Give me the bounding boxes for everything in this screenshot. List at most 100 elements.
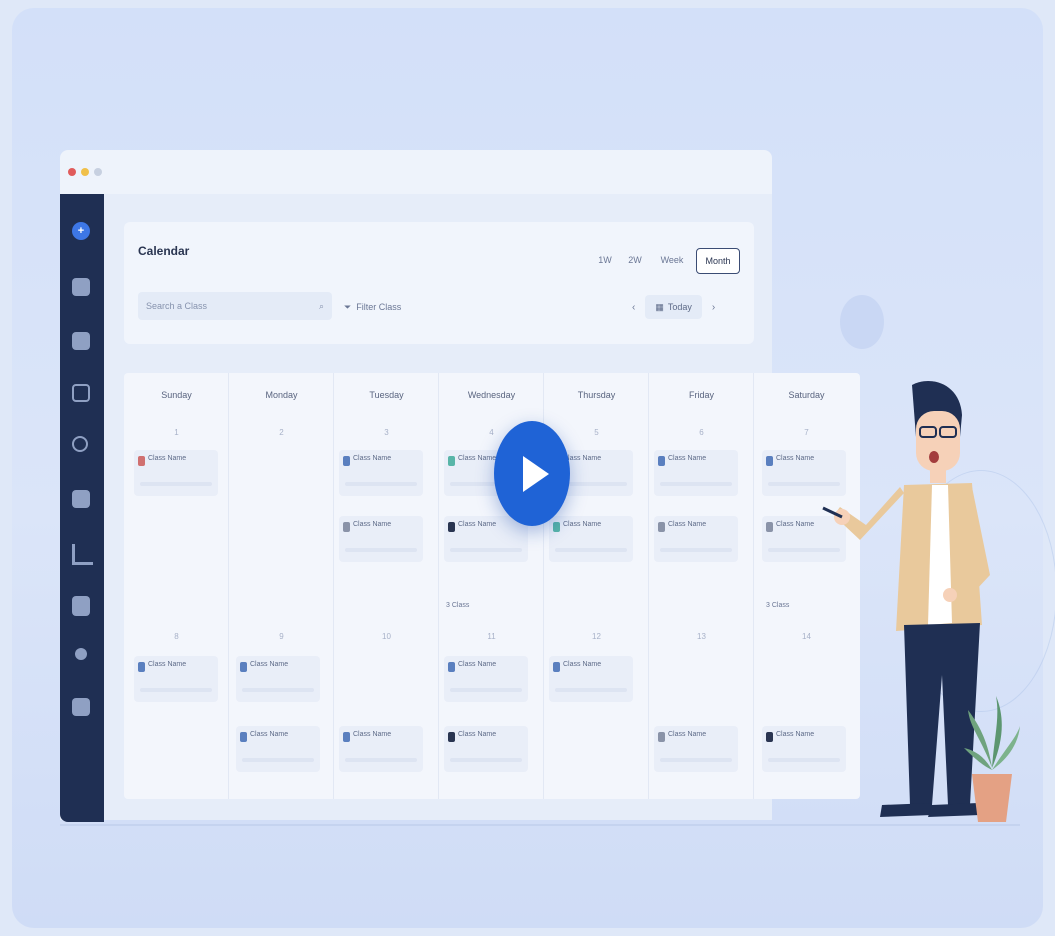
- event-detail-line: [660, 758, 732, 762]
- view-week-button[interactable]: Week: [654, 248, 690, 272]
- event-color-icon: [658, 522, 665, 532]
- event-card[interactable]: Class Name: [339, 726, 423, 772]
- event-color-icon: [138, 662, 145, 672]
- next-button[interactable]: ›: [712, 302, 715, 313]
- day-header: Thursday: [577, 390, 616, 400]
- date-number: 5: [594, 428, 599, 437]
- date-number: 12: [592, 632, 601, 641]
- event-color-icon: [138, 456, 145, 466]
- plant-illustration: [964, 696, 1020, 822]
- event-card[interactable]: Class Name: [134, 450, 218, 496]
- chart-icon[interactable]: [72, 544, 93, 565]
- close-window-dot[interactable]: [68, 168, 76, 176]
- event-title: Class Name: [148, 455, 187, 462]
- today-button[interactable]: ▦ Today: [645, 295, 702, 319]
- event-title: Class Name: [250, 661, 289, 668]
- event-color-icon: [448, 456, 455, 466]
- event-card[interactable]: Class Name: [654, 450, 738, 496]
- page-title: Calendar: [138, 244, 190, 258]
- event-color-icon: [240, 662, 247, 672]
- event-title: Class Name: [353, 455, 392, 462]
- date-number: 8: [174, 632, 179, 641]
- more-events-label[interactable]: 3 Class: [446, 602, 469, 609]
- event-detail-line: [345, 758, 417, 762]
- event-detail-line: [555, 688, 627, 692]
- filter-button[interactable]: ⏷ Filter Class: [344, 294, 401, 320]
- file-icon[interactable]: [72, 278, 90, 296]
- minimize-window-dot[interactable]: [81, 168, 89, 176]
- more-events-label[interactable]: 3 Class: [766, 602, 789, 609]
- event-card[interactable]: Class Name: [444, 516, 528, 562]
- date-navigation: ‹ ▦ Today ›: [632, 294, 715, 320]
- window-titlebar: [60, 150, 772, 194]
- view-2w-button[interactable]: 2W: [622, 248, 648, 272]
- date-number: 1: [174, 428, 179, 437]
- event-detail-line: [555, 548, 627, 552]
- event-detail-line: [660, 548, 732, 552]
- date-number: 2: [279, 428, 284, 437]
- decorative-circle: [840, 295, 884, 349]
- date-number: 13: [697, 632, 706, 641]
- event-title: Class Name: [776, 521, 815, 528]
- event-detail-line: [140, 482, 212, 486]
- play-icon: [523, 455, 549, 492]
- event-detail-line: [450, 548, 522, 552]
- event-title: Class Name: [458, 661, 497, 668]
- event-color-icon: [448, 522, 455, 532]
- add-icon[interactable]: +: [72, 222, 90, 240]
- document-icon[interactable]: [72, 596, 90, 616]
- chat-icon[interactable]: [72, 490, 90, 508]
- date-number: 10: [382, 632, 391, 641]
- star-icon[interactable]: [75, 648, 87, 660]
- event-color-icon: [240, 732, 247, 742]
- event-color-icon: [448, 662, 455, 672]
- event-color-icon: [553, 662, 560, 672]
- event-detail-line: [242, 688, 314, 692]
- view-1w-button[interactable]: 1W: [592, 248, 618, 272]
- event-card[interactable]: Class Name: [444, 726, 528, 772]
- maximize-window-dot[interactable]: [94, 168, 102, 176]
- event-title: Class Name: [458, 455, 497, 462]
- event-card[interactable]: Class Name: [236, 656, 320, 702]
- event-color-icon: [448, 732, 455, 742]
- event-card[interactable]: Class Name: [444, 656, 528, 702]
- event-card[interactable]: Class Name: [236, 726, 320, 772]
- event-detail-line: [242, 758, 314, 762]
- event-detail-line: [345, 482, 417, 486]
- day-header: Sunday: [161, 390, 192, 400]
- day-header: Monday: [265, 390, 298, 400]
- event-color-icon: [658, 456, 665, 466]
- date-number: 3: [384, 428, 389, 437]
- event-color-icon: [343, 732, 350, 742]
- date-number: 9: [279, 632, 284, 641]
- calendar-small-icon: ▦: [655, 301, 664, 312]
- day-header: Wednesday: [467, 390, 516, 400]
- event-card[interactable]: Class Name: [339, 516, 423, 562]
- event-card[interactable]: Class Name: [654, 726, 738, 772]
- search-icon: ⌕: [318, 300, 324, 311]
- event-title: Class Name: [668, 521, 707, 528]
- today-label: Today: [667, 302, 692, 312]
- event-card[interactable]: Class Name: [549, 656, 633, 702]
- event-card[interactable]: Class Name: [654, 516, 738, 562]
- event-card[interactable]: Class Name: [339, 450, 423, 496]
- settings-icon[interactable]: [72, 436, 88, 452]
- event-card[interactable]: Class Name: [134, 656, 218, 702]
- event-card[interactable]: Class Name: [549, 516, 633, 562]
- calendar-icon[interactable]: [72, 332, 90, 350]
- folder-icon[interactable]: [72, 698, 90, 716]
- search-placeholder: Search a Class: [146, 301, 208, 311]
- search-input[interactable]: Search a Class ⌕: [138, 292, 332, 320]
- prev-button[interactable]: ‹: [632, 302, 635, 313]
- sidebar: +: [60, 194, 104, 822]
- play-video-button[interactable]: [494, 421, 570, 526]
- event-color-icon: [766, 732, 773, 742]
- event-color-icon: [553, 522, 560, 532]
- calendar-header-panel: [124, 222, 754, 344]
- event-detail-line: [345, 548, 417, 552]
- edit-icon[interactable]: [72, 384, 90, 402]
- filter-label: Filter Class: [356, 302, 402, 312]
- view-month-button[interactable]: Month: [696, 248, 740, 274]
- event-title: Class Name: [458, 731, 497, 738]
- event-title: Class Name: [668, 455, 707, 462]
